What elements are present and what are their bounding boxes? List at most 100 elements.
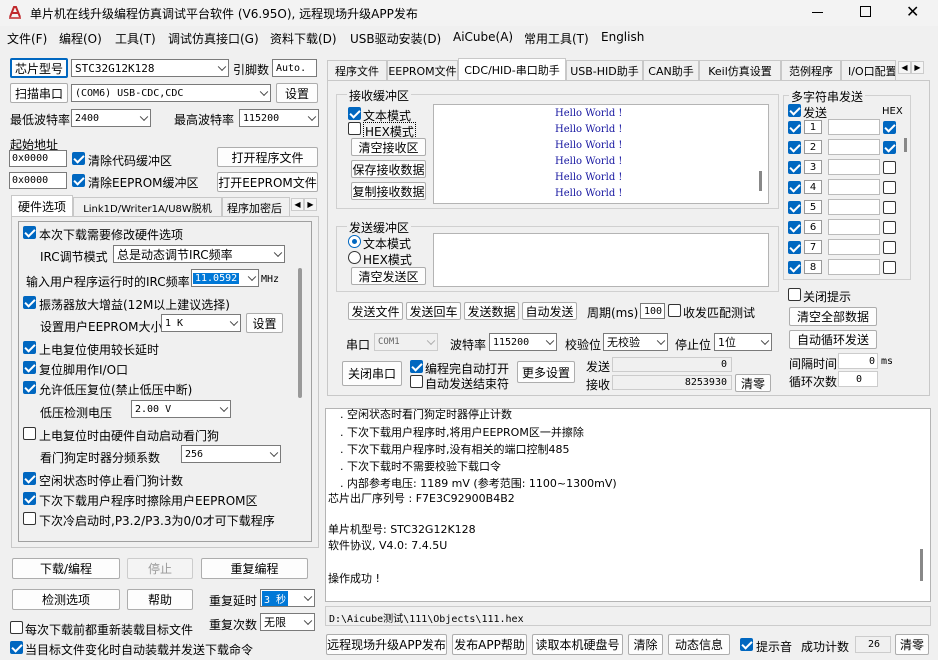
auto-loop-send-button[interactable]: 自动循环发送	[789, 330, 877, 349]
download-program-button[interactable]: 下载/编程	[12, 558, 120, 579]
menu-common-tools[interactable]: 常用工具(T)	[524, 30, 589, 47]
options-scrollbar[interactable]	[298, 268, 302, 398]
multi-send-checkbox[interactable]	[788, 181, 801, 194]
beep-checkbox[interactable]	[740, 638, 753, 651]
receive-scrollbar[interactable]	[759, 171, 762, 191]
multi-send-all-checkbox[interactable]	[788, 104, 801, 117]
irc-mode-select[interactable]: 总是动态调节IRC频率	[113, 245, 285, 263]
multi-string-input[interactable]	[828, 239, 880, 255]
max-baud-select[interactable]: 115200	[239, 109, 319, 127]
multi-string-input[interactable]	[828, 199, 880, 215]
multi-string-input[interactable]	[828, 119, 880, 135]
chip-model-select[interactable]: STC32G12K128	[71, 59, 229, 77]
menu-aicube[interactable]: AiCube(A)	[453, 30, 513, 44]
open-eeprom-file-button[interactable]: 打开EEPROM文件	[217, 172, 318, 192]
multi-send-checkbox[interactable]	[788, 121, 801, 134]
eeprom-size-set-button[interactable]: 设置	[246, 313, 283, 333]
eeprom-size-select[interactable]: 1 K	[161, 314, 241, 332]
multi-hex-checkbox[interactable]	[883, 161, 896, 174]
period-input[interactable]: 100	[640, 303, 665, 319]
scan-port-button[interactable]: 扫描串口	[10, 83, 68, 103]
clear-receive-button[interactable]: 清空接收区	[351, 138, 426, 156]
close-icon[interactable]: ✕	[906, 4, 919, 20]
multi-hex-checkbox[interactable]	[883, 261, 896, 274]
menu-program[interactable]: 编程(O)	[59, 30, 102, 47]
tab-examples[interactable]: 范例程序	[781, 60, 841, 80]
tab-usb-hid[interactable]: USB-HID助手	[566, 60, 643, 80]
multi-string-input[interactable]	[828, 219, 880, 235]
auto-send-end-checkbox[interactable]	[410, 375, 423, 388]
send-text-area[interactable]	[433, 233, 769, 287]
close-hint-checkbox[interactable]	[788, 288, 801, 301]
multi-hex-checkbox[interactable]	[883, 141, 896, 154]
multi-hex-checkbox[interactable]	[883, 181, 896, 194]
repeat-count-select[interactable]: 无限	[260, 613, 315, 631]
baud-select[interactable]: 115200	[489, 333, 557, 351]
open-program-file-button[interactable]: 打开程序文件	[217, 147, 318, 167]
idle-wdt-checkbox[interactable]	[23, 472, 36, 485]
menu-file[interactable]: 文件(F)	[7, 30, 47, 47]
clear-count-button[interactable]: 清零	[735, 374, 771, 392]
wdt-auto-checkbox[interactable]	[23, 427, 36, 440]
clear-eeprom-checkbox[interactable]	[72, 174, 85, 187]
poweron-delay-checkbox[interactable]	[23, 341, 36, 354]
read-disk-id-button[interactable]: 读取本机硬盘号	[532, 634, 623, 655]
port-settings-button[interactable]: 设置	[276, 83, 318, 103]
auto-open-checkbox[interactable]	[410, 360, 423, 373]
irc-freq-select[interactable]: 11.0592	[191, 269, 259, 287]
min-baud-select[interactable]: 2400	[71, 109, 151, 127]
auto-reload-checkbox[interactable]	[10, 641, 23, 654]
serial-port-select[interactable]: COM1	[374, 333, 438, 351]
dynamic-info-button[interactable]: 动态信息	[668, 634, 730, 655]
tab-link1d-writer[interactable]: Link1D/Writer1A/U8W脱机	[73, 197, 222, 217]
menu-debug[interactable]: 调试仿真接口(G)	[168, 30, 259, 47]
remote-upgrade-button[interactable]: 远程现场升级APP发布	[326, 634, 447, 655]
parity-select[interactable]: 无校验	[603, 333, 668, 351]
reset-io-checkbox[interactable]	[23, 361, 36, 374]
clear-all-data-button[interactable]: 清空全部数据	[789, 307, 877, 326]
tab-io-config[interactable]: I/O口配置	[841, 60, 896, 80]
multi-send-checkbox[interactable]	[788, 221, 801, 234]
tab-program-file[interactable]: 程序文件	[327, 60, 387, 80]
com-port-select[interactable]: (COM6) USB-CDC,CDC	[71, 84, 271, 102]
wdt-div-select[interactable]: 256	[181, 445, 281, 463]
multi-send-checkbox[interactable]	[788, 201, 801, 214]
clear-log-button[interactable]: 清除	[628, 634, 663, 655]
check-options-button[interactable]: 检测选项	[12, 589, 120, 610]
chip-model-button[interactable]: 芯片型号	[10, 58, 68, 78]
tab-keil-sim[interactable]: Keil仿真设置	[699, 60, 781, 80]
auto-send-button[interactable]: 自动发送	[522, 302, 577, 320]
p32-p33-checkbox[interactable]	[23, 512, 36, 525]
multi-hex-checkbox[interactable]	[883, 221, 896, 234]
tab-can[interactable]: CAN助手	[643, 60, 699, 80]
tab-scroll-right-icon[interactable]: ▶	[304, 198, 317, 211]
clear-success-count-button[interactable]: 清零	[895, 634, 929, 655]
maximize-icon[interactable]	[860, 6, 871, 17]
lvd-voltage-select[interactable]: 2.00 V	[131, 400, 231, 418]
publish-app-help-button[interactable]: 发布APP帮助	[452, 634, 527, 655]
tab-eeprom-file[interactable]: EEPROM文件	[387, 60, 458, 80]
repeat-delay-select[interactable]: 3 秒	[260, 589, 315, 607]
osc-gain-checkbox[interactable]	[23, 296, 36, 309]
tab-cdc-hid-serial[interactable]: CDC/HID-串口助手	[458, 58, 566, 80]
log-scrollbar[interactable]	[920, 549, 923, 581]
menu-english[interactable]: English	[601, 30, 644, 44]
multi-string-input[interactable]	[828, 259, 880, 275]
multi-hex-checkbox[interactable]	[883, 201, 896, 214]
code-address-input[interactable]: 0x0000	[9, 150, 67, 167]
erase-eeprom-checkbox[interactable]	[23, 492, 36, 505]
right-tab-scroll-right-icon[interactable]: ▶	[911, 61, 924, 74]
reload-each-checkbox[interactable]	[10, 621, 23, 634]
multi-string-input[interactable]	[828, 139, 880, 155]
multi-string-input[interactable]	[828, 159, 880, 175]
multi-scrollbar[interactable]	[904, 138, 907, 152]
clear-code-checkbox[interactable]	[72, 152, 85, 165]
right-tab-scroll-left-icon[interactable]: ◀	[898, 61, 911, 74]
recv-text-mode-checkbox[interactable]	[348, 107, 361, 120]
need-change-options-checkbox[interactable]	[23, 226, 36, 239]
loop-count-input[interactable]: 0	[838, 371, 878, 387]
repeat-program-button[interactable]: 重复编程	[201, 558, 308, 579]
copy-receive-button[interactable]: 复制接收数据	[351, 182, 426, 200]
multi-send-checkbox[interactable]	[788, 241, 801, 254]
multi-send-checkbox[interactable]	[788, 161, 801, 174]
